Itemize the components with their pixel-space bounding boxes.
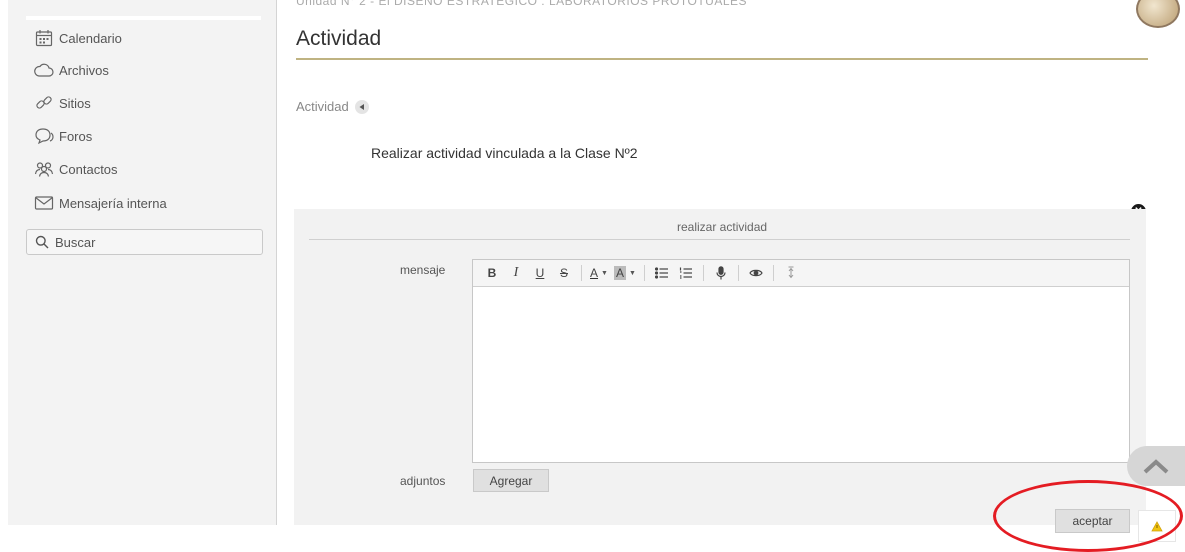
- sidebar-item-label: Archivos: [59, 62, 109, 78]
- editor-toolbar: B I U S A ▼ A ▼: [473, 260, 1129, 287]
- accept-button[interactable]: aceptar: [1055, 509, 1130, 533]
- caret-down-icon: ▼: [629, 269, 636, 277]
- bullet-list-icon: [654, 267, 668, 279]
- italic-button[interactable]: I: [507, 263, 525, 283]
- sidebar-item-label: Calendario: [59, 30, 122, 46]
- microphone-icon: [716, 266, 726, 280]
- sidebar-item-label: Mensajería interna: [59, 195, 167, 211]
- attachments-label: adjuntos: [400, 474, 446, 488]
- chat-icon: [34, 127, 54, 145]
- toolbar-separator: [772, 265, 774, 281]
- scroll-to-top-button[interactable]: [1127, 446, 1185, 486]
- warning-icon: [1151, 520, 1163, 531]
- sidebar-item-label: Sitios: [59, 95, 91, 111]
- strikethrough-button[interactable]: S: [555, 263, 573, 283]
- activity-description: Realizar actividad vinculada a la Clase …: [371, 145, 638, 161]
- calendar-icon: [34, 29, 54, 47]
- sidebar-divider: [26, 16, 261, 20]
- search-input[interactable]: Buscar: [26, 229, 263, 255]
- search-icon: [35, 235, 49, 249]
- toolbar-separator: [737, 265, 739, 281]
- background-color-button[interactable]: A ▼: [614, 263, 636, 283]
- people-icon: [34, 160, 54, 178]
- link-icon: [34, 94, 54, 112]
- collapse-toggle[interactable]: [354, 99, 369, 114]
- caret-down-icon: ▼: [601, 269, 608, 277]
- warning-button[interactable]: [1138, 510, 1176, 542]
- section-title: Actividad: [296, 99, 349, 114]
- numbered-list-icon: [679, 267, 692, 279]
- underline-button[interactable]: U: [531, 263, 549, 283]
- microphone-button[interactable]: [712, 263, 730, 283]
- toolbar-separator: [643, 265, 645, 281]
- font-color-button[interactable]: A ▼: [590, 263, 608, 283]
- sidebar-item-label: Foros: [59, 128, 93, 144]
- sidebar: Calendario Archivos Sitios Foros Contact…: [8, 0, 277, 525]
- eye-icon: [749, 269, 763, 277]
- activity-panel: realizar actividad mensaje B I U S A ▼ A…: [294, 209, 1146, 533]
- sidebar-item-foros[interactable]: Foros: [34, 125, 92, 147]
- toolbar-separator: [702, 265, 704, 281]
- preview-button[interactable]: [747, 263, 765, 283]
- add-attachment-button[interactable]: Agregar: [473, 469, 549, 492]
- sidebar-item-calendario[interactable]: Calendario: [34, 27, 122, 49]
- page-title: Actividad: [296, 27, 382, 50]
- cloud-icon: [34, 61, 54, 79]
- sidebar-item-mensajeria[interactable]: Mensajería interna: [34, 192, 167, 214]
- message-label: mensaje: [400, 263, 446, 277]
- background-color-label: A: [614, 266, 627, 280]
- numbered-list-button[interactable]: [677, 263, 695, 283]
- triangle-left-icon: [359, 103, 364, 110]
- search-label: Buscar: [55, 234, 96, 250]
- message-editor[interactable]: B I U S A ▼ A ▼: [472, 259, 1130, 463]
- font-color-label: A: [590, 266, 599, 280]
- avatar[interactable]: [1136, 0, 1180, 28]
- bullet-list-button[interactable]: [653, 263, 671, 283]
- resize-vertical-icon: [788, 266, 794, 279]
- sidebar-item-contactos[interactable]: Contactos: [34, 158, 118, 180]
- sidebar-item-label: Contactos: [59, 161, 118, 177]
- sidebar-item-sitios[interactable]: Sitios: [34, 92, 91, 114]
- section-header: Actividad: [296, 99, 369, 114]
- mail-icon: [34, 194, 54, 212]
- title-divider: [296, 58, 1148, 60]
- panel-title: realizar actividad: [677, 220, 768, 234]
- resize-button[interactable]: [782, 263, 800, 283]
- panel-divider: [309, 239, 1130, 240]
- chevron-up-icon: [1143, 459, 1169, 474]
- bold-button[interactable]: B: [483, 263, 501, 283]
- message-textarea[interactable]: [473, 287, 1129, 462]
- sidebar-item-archivos[interactable]: Archivos: [34, 59, 109, 81]
- toolbar-separator: [581, 265, 582, 281]
- breadcrumb[interactable]: Unidad N° 2 - El DISEÑO ESTRATÉGICO : LA…: [296, 0, 747, 8]
